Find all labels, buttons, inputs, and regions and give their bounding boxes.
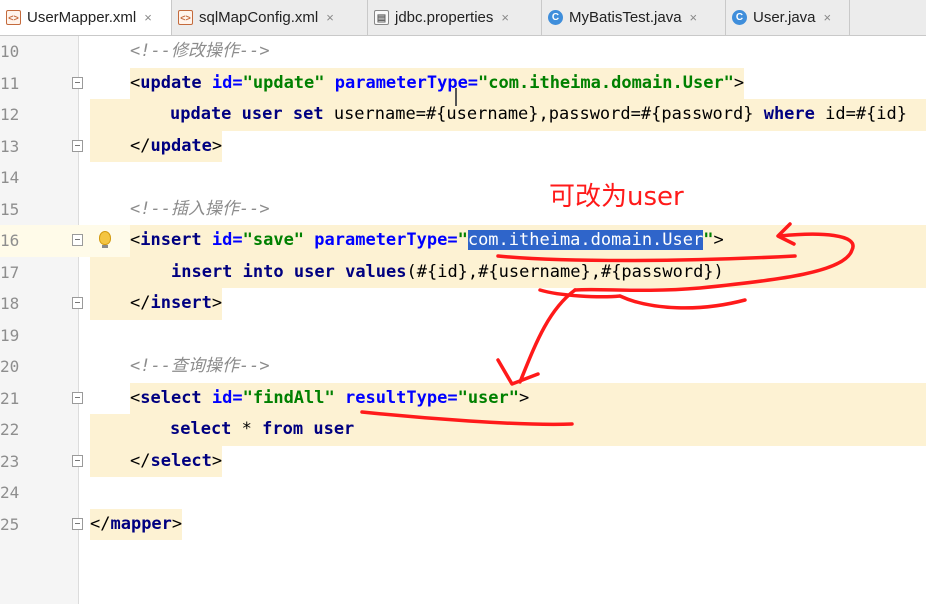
code-line: 18 </insert> (0, 288, 926, 320)
line-number: 16 (0, 231, 20, 250)
line-number: 19 (0, 325, 20, 345)
tab-label: MyBatisTest.java (569, 9, 682, 26)
xml-tag: mapper (110, 513, 172, 534)
editor-tab-bar: <> UserMapper.xml × <> sqlMapConfig.xml … (0, 0, 926, 36)
xml-comment: <!--查询操作--> (130, 356, 270, 376)
xml-tag: select (150, 450, 212, 471)
xml-tag: insert (150, 293, 212, 313)
xml-comment: <!--修改操作--> (130, 41, 270, 61)
xml-comment: <!--插入操作--> (130, 198, 270, 219)
code-line: 25 </mapper> (0, 508, 926, 540)
code-line: 13 </update> (0, 130, 926, 162)
close-icon[interactable]: × (326, 10, 334, 25)
fold-icon[interactable] (72, 76, 83, 89)
line-number: 17 (0, 262, 20, 282)
code-line: 14 (0, 162, 926, 194)
close-icon[interactable]: × (824, 10, 832, 25)
sql-statement: insert into user values(#{id},#{username… (90, 256, 926, 288)
line-number: 12 (0, 105, 20, 124)
annotation-text: 可改为user (549, 182, 684, 212)
tab-mybatistest-java[interactable]: C MyBatisTest.java × (542, 0, 726, 35)
code-line: 23 </select> (0, 445, 926, 477)
line-number: 20 (0, 357, 20, 376)
code-line: 21 <select id="findAll" resultType="user… (0, 382, 926, 414)
tab-sqlmapconfig-xml[interactable]: <> sqlMapConfig.xml × (172, 0, 368, 35)
xml-tag: select (140, 387, 202, 408)
code-line: 10 <!--修改操作--> (0, 36, 926, 68)
selected-text[interactable]: com.itheima.domain.User (467, 230, 704, 250)
fold-icon[interactable] (72, 517, 83, 530)
xml-tag: insert (140, 230, 202, 250)
fold-icon[interactable] (72, 139, 83, 152)
tab-label: UserMapper.xml (27, 9, 137, 26)
xml-file-icon: <> (178, 10, 193, 25)
tab-label: User.java (753, 9, 816, 26)
code-line: 20 <!--查询操作--> (0, 351, 926, 383)
close-icon[interactable]: × (144, 10, 152, 25)
line-number: 23 (0, 451, 20, 471)
code-line: 17 insert into user values(#{id},#{usern… (0, 256, 926, 288)
code-line: 24 (0, 477, 926, 509)
line-number: 22 (0, 420, 20, 439)
code-line: 11 <update id="update" parameterType="co… (0, 67, 926, 99)
line-number: 18 (0, 294, 20, 313)
sql-statement: select * from user (90, 414, 926, 446)
sql-statement: update user set username=#{username},pas… (90, 99, 926, 131)
code-line-current: 16 <insert id="save" parameterType="com.… (0, 225, 926, 257)
tab-jdbc-properties[interactable]: ▤ jdbc.properties × (368, 0, 542, 35)
tab-label: sqlMapConfig.xml (199, 9, 319, 26)
tab-usermapper-xml[interactable]: <> UserMapper.xml × (0, 0, 172, 35)
fold-icon[interactable] (72, 391, 83, 404)
line-number: 24 (0, 483, 20, 502)
xml-tag: update (140, 72, 202, 93)
fold-icon[interactable] (72, 454, 83, 467)
line-number: 13 (0, 136, 20, 156)
fold-icon[interactable] (72, 234, 83, 246)
code-line: 22 select * from user (0, 414, 926, 446)
line-number: 11 (0, 73, 20, 93)
text-cursor (455, 88, 457, 106)
code-editor[interactable]: 10 <!--修改操作--> 11 <update id="update" pa… (0, 36, 926, 604)
xml-tag: update (150, 135, 212, 156)
code-line: 12 update user set username=#{username},… (0, 99, 926, 131)
lightbulb-icon[interactable] (99, 231, 111, 248)
line-number: 25 (0, 514, 20, 534)
line-number: 21 (0, 388, 20, 408)
line-number: 15 (0, 199, 20, 219)
close-icon[interactable]: × (501, 10, 509, 25)
java-class-icon: C (548, 10, 563, 25)
code-line: 15 <!--插入操作--> (0, 194, 926, 226)
tab-user-java[interactable]: C User.java × (726, 0, 850, 35)
properties-file-icon: ▤ (374, 10, 389, 25)
java-class-icon: C (732, 10, 747, 25)
close-icon[interactable]: × (690, 10, 698, 25)
fold-icon[interactable] (72, 297, 83, 309)
xml-file-icon: <> (6, 10, 21, 25)
line-number: 14 (0, 168, 20, 187)
tab-label: jdbc.properties (395, 9, 494, 26)
line-number: 10 (0, 42, 20, 61)
code-line: 19 (0, 320, 926, 352)
